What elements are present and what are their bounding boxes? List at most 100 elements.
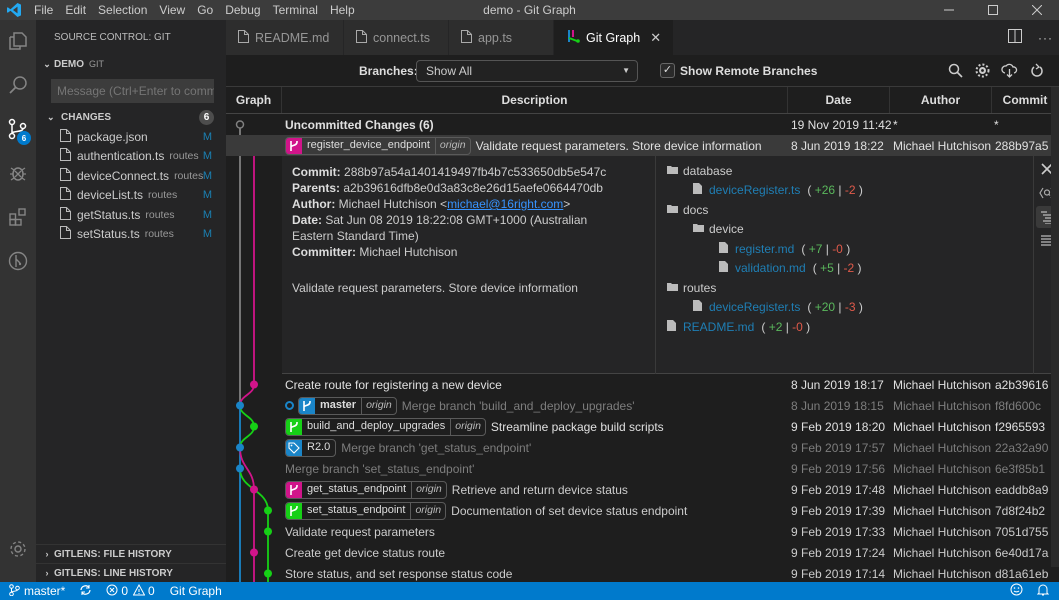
vertical-scrollbar[interactable] (1051, 87, 1059, 567)
column-header-author[interactable]: Author (890, 87, 992, 113)
show-remote-branches-checkbox[interactable]: ✓ (660, 63, 675, 78)
commit-description: build_and_deploy_upgrades origin Streamlin… (285, 417, 664, 436)
split-editor-icon[interactable] (1008, 29, 1022, 46)
menu-terminal[interactable]: Terminal (267, 0, 324, 20)
changed-file-item[interactable]: deviceList.ts routes M (36, 186, 226, 206)
changes-section-header[interactable]: ⌄ CHANGES 6 (36, 107, 226, 127)
file-diff-stats: ( +5 | -2 ) (812, 261, 862, 276)
tab-git-graph[interactable]: Git Graph ✕ (554, 20, 675, 55)
file-name: getStatus.ts (77, 207, 141, 222)
commit-row[interactable]: get_status_endpoint origin Retrieve and re… (226, 479, 1059, 500)
branch-badge[interactable]: register_device_endpoint origin (285, 136, 471, 155)
branch-badge[interactable]: master origin (298, 396, 397, 415)
file-diff-stats: ( +2 | -0 ) (761, 319, 811, 334)
commit-date: 8 Jun 2019 18:17 (791, 377, 884, 392)
minimize-icon[interactable] (927, 0, 971, 20)
folder-item[interactable]: database (667, 161, 863, 181)
author-email-link[interactable]: michael@16right.com (447, 197, 563, 211)
file-name: authentication.ts (77, 149, 165, 164)
activity-source-control[interactable]: 6 (0, 108, 36, 152)
search-icon[interactable] (947, 62, 964, 79)
commit-row[interactable]: Merge branch 'set_status_endpoint' 9 Feb … (226, 458, 1059, 479)
changed-file-item[interactable]: deviceRegister.ts ( +20 | -3 ) (667, 298, 863, 318)
commit-details-info[interactable]: Commit: 288b97a54a1401419497fb4b7c533650… (292, 164, 612, 296)
changed-file-item[interactable]: setStatus.ts routes M (36, 225, 226, 245)
commit-row[interactable]: set_status_endpoint origin Documentation o… (226, 500, 1059, 521)
show-remote-branches-label[interactable]: Show Remote Branches (680, 64, 817, 78)
column-header-description[interactable]: Description (282, 87, 788, 113)
editor-area: README.md connect.ts app.ts Git Graph ✕ ··· … (226, 20, 1059, 584)
menu-selection[interactable]: Selection (92, 0, 153, 20)
changed-file-item[interactable]: package.json M (36, 127, 226, 147)
activity-manage[interactable] (0, 528, 36, 572)
menu-file[interactable]: File (28, 0, 59, 20)
commit-file-tree: database deviceRegister.ts ( +26 | -2 ) doc… (667, 161, 863, 337)
changed-file-item[interactable]: authentication.ts routes M (36, 147, 226, 167)
fetch-icon[interactable] (1001, 62, 1018, 79)
branch-icon (286, 481, 302, 498)
maximize-icon[interactable] (971, 0, 1015, 20)
commit-message-input[interactable] (51, 79, 214, 103)
commit-row[interactable]: Create route for registering a new devic… (226, 374, 1059, 395)
file-icon (461, 29, 472, 46)
folder-item[interactable]: routes (667, 278, 863, 298)
tag-badge[interactable]: R2.0 (285, 438, 337, 457)
tab-readme-md[interactable]: README.md (226, 20, 344, 55)
commit-author: * (893, 117, 898, 132)
tab-label: README.md (255, 30, 330, 45)
folder-item[interactable]: docs (667, 200, 863, 220)
menu-view[interactable]: View (153, 0, 191, 20)
problems-status[interactable]: 0 0 (106, 583, 155, 599)
uncommitted-changes-row[interactable]: Uncommitted Changes (6) 19 Nov 2019 11:4… (226, 114, 1059, 135)
branch-badge[interactable]: build_and_deploy_upgrades origin (285, 417, 486, 436)
branch-status[interactable]: master* (9, 583, 65, 599)
feedback-smiley-icon[interactable] (1010, 583, 1023, 599)
changed-file-item[interactable]: register.md ( +7 | -0 ) (667, 239, 863, 259)
column-header-commit[interactable]: Commit (992, 87, 1059, 113)
changed-file-item[interactable]: getStatus.ts routes M (36, 205, 226, 225)
activity-explorer[interactable] (0, 20, 36, 64)
commit-row[interactable]: Store status, and set response status co… (226, 563, 1059, 584)
activity-debug[interactable] (0, 152, 36, 196)
commit-row[interactable]: build_and_deploy_upgrades origin Streamlin… (226, 416, 1059, 437)
tab-app-ts[interactable]: app.ts (449, 20, 554, 55)
commit-row[interactable]: Validate request parameters 9 Feb 2019 17… (226, 521, 1059, 542)
file-directory: routes (174, 169, 204, 182)
notifications-bell-icon[interactable] (1036, 583, 1050, 599)
activity-search[interactable] (0, 64, 36, 108)
tab-connect-ts[interactable]: connect.ts (344, 20, 449, 55)
branches-dropdown[interactable]: Show All ▼ (416, 60, 638, 82)
column-header-graph[interactable]: Graph (226, 87, 282, 113)
commit-row[interactable]: R2.0 Merge branch 'get_status_endpoint' 9 … (226, 437, 1059, 458)
menu-go[interactable]: Go (191, 0, 219, 20)
folder-name: routes (683, 280, 717, 295)
settings-icon[interactable] (974, 62, 991, 79)
branch-badge[interactable]: get_status_endpoint origin (285, 480, 447, 499)
file-icon (719, 241, 735, 256)
changed-file-item[interactable]: README.md ( +2 | -0 ) (667, 317, 863, 337)
more-actions-icon[interactable]: ··· (1038, 31, 1053, 45)
commit-row[interactable]: master origin Merge branch 'build_and_depl… (226, 395, 1059, 416)
commit-row[interactable]: Create get device status route 9 Feb 2019… (226, 542, 1059, 563)
repo-section-header[interactable]: ⌄ DEMO GIT (36, 55, 226, 73)
column-header-date[interactable]: Date (788, 87, 890, 113)
menu-help[interactable]: Help (324, 0, 361, 20)
gitlens-line-history-section[interactable]: › GITLENS: LINE HISTORY (36, 563, 226, 582)
menu-debug[interactable]: Debug (219, 0, 266, 20)
menu-edit[interactable]: Edit (59, 0, 92, 20)
sync-button[interactable] (79, 584, 92, 599)
gitlens-file-history-section[interactable]: › GITLENS: FILE HISTORY (36, 544, 226, 563)
changed-file-item[interactable]: validation.md ( +5 | -2 ) (667, 259, 863, 279)
refresh-icon[interactable] (1028, 62, 1045, 79)
close-tab-icon[interactable]: ✕ (650, 30, 661, 46)
changed-file-item[interactable]: deviceRegister.ts ( +26 | -2 ) (667, 181, 863, 201)
changed-file-item[interactable]: deviceConnect.ts routes M (36, 166, 226, 186)
activity-gitlens[interactable] (0, 240, 36, 284)
selected-commit-row[interactable]: register_device_endpoint origin Validate r… (226, 135, 1059, 156)
activity-extensions[interactable] (0, 196, 36, 240)
file-name: setStatus.ts (77, 227, 140, 242)
folder-item[interactable]: device (667, 220, 863, 240)
close-icon[interactable] (1015, 0, 1059, 20)
git-graph-status-button[interactable]: Git Graph (170, 584, 222, 598)
branch-badge[interactable]: set_status_endpoint origin (285, 501, 447, 520)
